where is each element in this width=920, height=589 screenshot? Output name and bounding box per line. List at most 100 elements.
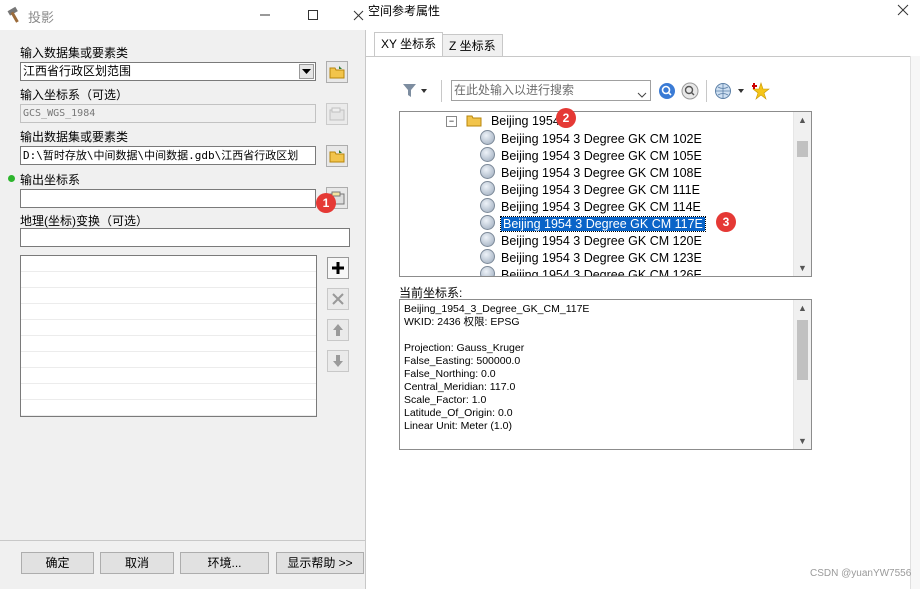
move-down-button[interactable] [327, 350, 349, 372]
tree-item-label: Beijing 1954 3 Degree GK CM 117E [500, 216, 706, 232]
tree-folder-label: Beijing 1954 [490, 114, 560, 128]
tree-item[interactable]: Beijing 1954 3 Degree GK CM 114E [480, 198, 701, 215]
cs-info-line: Projection: Gauss_Kruger [404, 342, 525, 354]
cancel-button[interactable]: 取消 [100, 552, 174, 574]
open-folder-icon [329, 150, 345, 163]
spatial-reference-dialog: 空间参考属性 XY 坐标系 Z 坐标系 在此处输入以进行搜索 − Beijing… [366, 0, 920, 589]
cs-info-line: Latitude_Of_Origin: 0.0 [404, 407, 513, 419]
tree-folder-row[interactable]: − Beijing 1954 [446, 113, 560, 130]
search-icon[interactable] [658, 82, 676, 100]
remove-row-button[interactable] [327, 288, 349, 310]
scroll-up-arrow-icon[interactable]: ▲ [794, 303, 811, 313]
dialog-right-edge [910, 56, 920, 589]
ok-button[interactable]: 确定 [21, 552, 94, 574]
annotation-badge-3: 3 [716, 212, 736, 232]
chevron-down-icon[interactable] [637, 87, 647, 100]
geo-transform-field[interactable] [20, 228, 350, 247]
cs-info-line: Scale_Factor: 1.0 [404, 394, 487, 406]
tree-item[interactable]: Beijing 1954 3 Degree GK CM 123E [480, 249, 702, 266]
project-tool-dialog: 投影 输入数据集或要素类 江西省行政区划范围 输入坐标系（可选） GCS_WGS… [0, 0, 366, 589]
projected-cs-globe-icon [480, 249, 495, 264]
left-title: 投影 [28, 10, 55, 25]
info-scroll-thumb[interactable] [797, 320, 808, 380]
tree-item[interactable]: Beijing 1954 3 Degree GK CM 126E [480, 266, 702, 277]
clear-search-icon[interactable] [681, 82, 699, 100]
browse-folder-button-output[interactable] [326, 145, 348, 167]
cs-info-line: Linear Unit: Meter (1.0) [404, 420, 512, 432]
output-dataset-field[interactable]: D:\暂时存放\中间数据\中间数据.gdb\江西省行政区划 [20, 146, 316, 165]
tree-item[interactable]: Beijing 1954 3 Degree GK CM 108E [480, 164, 702, 181]
hammer-icon [6, 6, 24, 24]
annotation-badge-1: 1 [316, 193, 336, 213]
projected-cs-globe-icon [480, 215, 495, 230]
right-title: 空间参考属性 [368, 4, 441, 18]
input-cs-field: GCS_WGS_1984 [20, 104, 316, 123]
search-combo[interactable]: 在此处输入以进行搜索 [451, 80, 651, 101]
output-dataset-label: 输出数据集或要素类 [20, 130, 129, 144]
scroll-down-arrow-icon[interactable]: ▼ [794, 436, 811, 446]
scroll-up-arrow-icon[interactable]: ▲ [794, 115, 811, 125]
collapse-toggle-icon[interactable]: − [446, 116, 457, 127]
geo-transform-label: 地理(坐标)变换（可选） [20, 214, 148, 228]
projected-cs-globe-icon [480, 266, 495, 276]
arrow-up-icon [333, 324, 343, 336]
required-dot-icon [8, 175, 15, 182]
tree-item[interactable]: Beijing 1954 3 Degree GK CM 117E [480, 215, 706, 232]
output-cs-label: 输出坐标系 [20, 173, 81, 187]
projected-cs-globe-icon [480, 181, 495, 196]
cs-info-line: Beijing_1954_3_Degree_GK_CM_117E [404, 303, 590, 315]
tree-item[interactable]: Beijing 1954 3 Degree GK CM 102E [480, 130, 702, 147]
input-dataset-select[interactable]: 江西省行政区划范围 [20, 62, 316, 81]
open-folder-icon [329, 66, 345, 79]
minimize-button[interactable] [258, 8, 272, 22]
cs-tree[interactable]: − Beijing 1954 Beijing 1954 3 Degree GK … [399, 111, 812, 277]
current-cs-box[interactable]: Beijing_1954_3_Degree_GK_CM_117E WKID: 24… [399, 299, 812, 450]
browse-folder-button-input[interactable] [326, 61, 348, 83]
tree-item-label: Beijing 1954 3 Degree GK CM 126E [501, 268, 702, 277]
cs-info-line: WKID: 2436 权限: EPSG [404, 316, 520, 328]
plus-icon [332, 262, 344, 274]
properties-icon [329, 107, 345, 121]
projected-cs-globe-icon [480, 232, 495, 247]
watermark: CSDN @yuanYW7556 [810, 568, 912, 579]
tree-item-label: Beijing 1954 3 Degree GK CM 123E [501, 251, 702, 265]
tree-item-label: Beijing 1954 3 Degree GK CM 114E [501, 200, 701, 214]
scroll-down-arrow-icon[interactable]: ▼ [794, 263, 811, 273]
left-title-bar: 投影 [0, 0, 366, 30]
projected-cs-globe-icon [480, 198, 495, 213]
tree-item[interactable]: Beijing 1954 3 Degree GK CM 120E [480, 232, 702, 249]
close-button[interactable] [351, 8, 365, 22]
arrow-down-icon [333, 355, 343, 367]
cs-info-line: False_Northing: 0.0 [404, 368, 496, 380]
tree-scrollbar[interactable]: ▲ ▼ [793, 112, 811, 276]
globe-menu-icon[interactable] [714, 82, 748, 100]
input-dataset-value: 江西省行政区划范围 [23, 64, 132, 78]
add-favorite-star-icon[interactable] [751, 82, 770, 100]
right-close-button[interactable] [896, 3, 910, 17]
maximize-button[interactable] [306, 8, 320, 22]
move-up-button[interactable] [327, 319, 349, 341]
tree-item[interactable]: Beijing 1954 3 Degree GK CM 111E [480, 181, 700, 198]
tree-scroll-thumb[interactable] [797, 141, 808, 157]
tab-z-cs[interactable]: Z 坐标系 [442, 34, 503, 56]
transform-list[interactable] [20, 255, 317, 417]
show-help-button[interactable]: 显示帮助 >> [276, 552, 364, 574]
chevron-down-icon[interactable] [299, 64, 314, 79]
add-row-button[interactable] [327, 257, 349, 279]
tree-item-label: Beijing 1954 3 Degree GK CM 102E [501, 132, 702, 146]
tab-xy-cs[interactable]: XY 坐标系 [374, 32, 444, 56]
output-cs-field[interactable] [20, 189, 316, 208]
delete-x-icon [332, 293, 344, 305]
environments-button[interactable]: 环境... [180, 552, 269, 574]
filter-icon[interactable] [402, 82, 428, 100]
list-grid-lines [21, 256, 316, 416]
toolbar-sep-2 [706, 80, 707, 102]
cs-info-line: False_Easting: 500000.0 [404, 355, 521, 367]
tree-item-label: Beijing 1954 3 Degree GK CM 111E [501, 183, 700, 197]
info-scrollbar[interactable]: ▲ ▼ [793, 300, 811, 449]
annotation-badge-2: 2 [556, 108, 576, 128]
projected-cs-globe-icon [480, 147, 495, 162]
tree-content: − Beijing 1954 Beijing 1954 3 Degree GK … [400, 112, 793, 276]
tree-item[interactable]: Beijing 1954 3 Degree GK CM 105E [480, 147, 702, 164]
cs-info-line: Central_Meridian: 117.0 [404, 381, 516, 393]
